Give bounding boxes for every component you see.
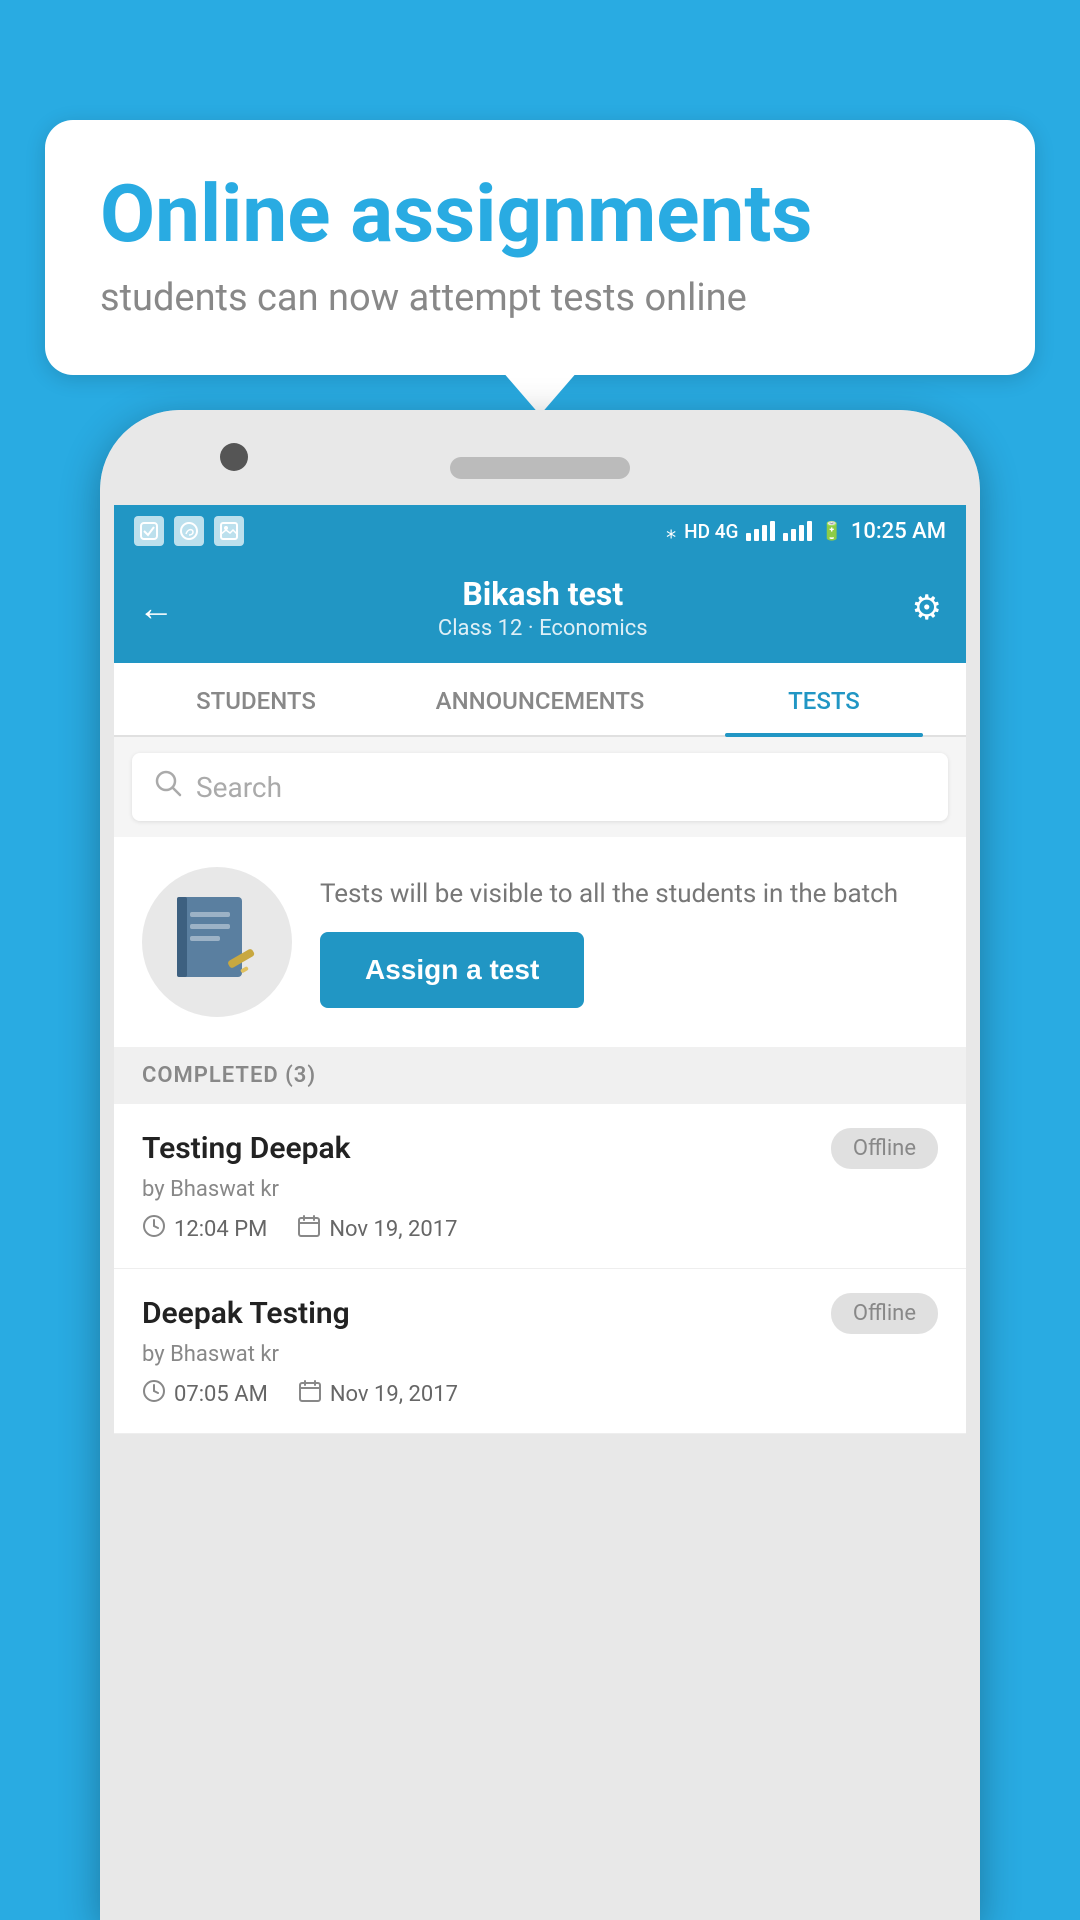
network-label: HD 4G bbox=[684, 520, 738, 543]
batch-subtitle: Class 12 · Economics bbox=[438, 616, 648, 641]
search-placeholder: Search bbox=[196, 771, 282, 804]
test-item-header: Deepak Testing Offline bbox=[142, 1293, 938, 1334]
phone-camera bbox=[220, 443, 248, 471]
status-left-icons bbox=[134, 516, 244, 546]
test-item-header: Testing Deepak Offline bbox=[142, 1128, 938, 1169]
gallery-icon bbox=[214, 516, 244, 546]
test-meta: 07:05 AM Nov 19, 2017 bbox=[142, 1379, 938, 1409]
assign-section: Tests will be visible to all the student… bbox=[114, 837, 966, 1047]
notebook-icon bbox=[172, 892, 262, 992]
back-button[interactable]: ← bbox=[138, 587, 174, 629]
bubble-title: Online assignments bbox=[100, 170, 980, 258]
date-meta: Nov 19, 2017 bbox=[297, 1214, 457, 1244]
battery-icon: 🔋 bbox=[820, 521, 842, 542]
phone-screen: ⁎ HD 4G 🔋 10:25 AM ← bbox=[114, 505, 966, 1434]
date-meta: Nov 19, 2017 bbox=[298, 1379, 458, 1409]
test-date: Nov 19, 2017 bbox=[329, 1217, 457, 1242]
test-icon-circle bbox=[142, 867, 292, 1017]
search-icon bbox=[154, 769, 182, 805]
phone-frame: ⁎ HD 4G 🔋 10:25 AM ← bbox=[100, 410, 980, 1920]
settings-icon[interactable]: ⚙ bbox=[912, 588, 942, 628]
bubble-subtitle: students can now attempt tests online bbox=[100, 276, 980, 320]
assign-test-button[interactable]: Assign a test bbox=[320, 932, 584, 1008]
tab-tests[interactable]: TESTS bbox=[682, 663, 966, 735]
calendar-icon bbox=[297, 1214, 321, 1244]
assign-right: Tests will be visible to all the student… bbox=[320, 876, 938, 1008]
test-author: by Bhaswat kr bbox=[142, 1177, 938, 1202]
time-meta: 07:05 AM bbox=[142, 1379, 268, 1409]
test-item[interactable]: Deepak Testing Offline by Bhaswat kr 07:… bbox=[114, 1269, 966, 1434]
bluetooth-icon: ⁎ bbox=[666, 519, 676, 543]
time-meta: 12:04 PM bbox=[142, 1214, 267, 1244]
tabs-bar: STUDENTS ANNOUNCEMENTS TESTS bbox=[114, 663, 966, 737]
clock-icon bbox=[142, 1214, 166, 1244]
test-author: by Bhaswat kr bbox=[142, 1342, 938, 1367]
offline-badge: Offline bbox=[831, 1128, 938, 1169]
status-right: ⁎ HD 4G 🔋 10:25 AM bbox=[666, 519, 946, 544]
time-display: 10:25 AM bbox=[851, 519, 946, 544]
test-name: Deepak Testing bbox=[142, 1296, 350, 1331]
header-center: Bikash test Class 12 · Economics bbox=[438, 575, 648, 641]
signal-bars bbox=[746, 521, 775, 541]
test-time: 07:05 AM bbox=[174, 1382, 268, 1407]
search-container: Search bbox=[114, 737, 966, 837]
tab-students[interactable]: STUDENTS bbox=[114, 663, 398, 735]
signal-bars-2 bbox=[783, 521, 812, 541]
test-time: 12:04 PM bbox=[174, 1217, 267, 1242]
calendar-icon bbox=[298, 1379, 322, 1409]
completed-header: COMPLETED (3) bbox=[114, 1047, 966, 1104]
phone-top-bar bbox=[100, 410, 980, 505]
test-meta: 12:04 PM Nov 19, 2017 bbox=[142, 1214, 938, 1244]
app-header: ← Bikash test Class 12 · Economics ⚙ bbox=[114, 557, 966, 663]
whatsapp-icon bbox=[174, 516, 204, 546]
app-icon-1 bbox=[134, 516, 164, 546]
clock-icon bbox=[142, 1379, 166, 1409]
offline-badge: Offline bbox=[831, 1293, 938, 1334]
assign-description: Tests will be visible to all the student… bbox=[320, 876, 938, 912]
test-name: Testing Deepak bbox=[142, 1131, 350, 1166]
tab-announcements[interactable]: ANNOUNCEMENTS bbox=[398, 663, 682, 735]
phone-speaker bbox=[450, 457, 630, 479]
status-bar: ⁎ HD 4G 🔋 10:25 AM bbox=[114, 505, 966, 557]
speech-bubble: Online assignments students can now atte… bbox=[45, 120, 1035, 375]
test-date: Nov 19, 2017 bbox=[330, 1382, 458, 1407]
test-item[interactable]: Testing Deepak Offline by Bhaswat kr 12:… bbox=[114, 1104, 966, 1269]
batch-title: Bikash test bbox=[438, 575, 648, 613]
search-bar[interactable]: Search bbox=[132, 753, 948, 821]
